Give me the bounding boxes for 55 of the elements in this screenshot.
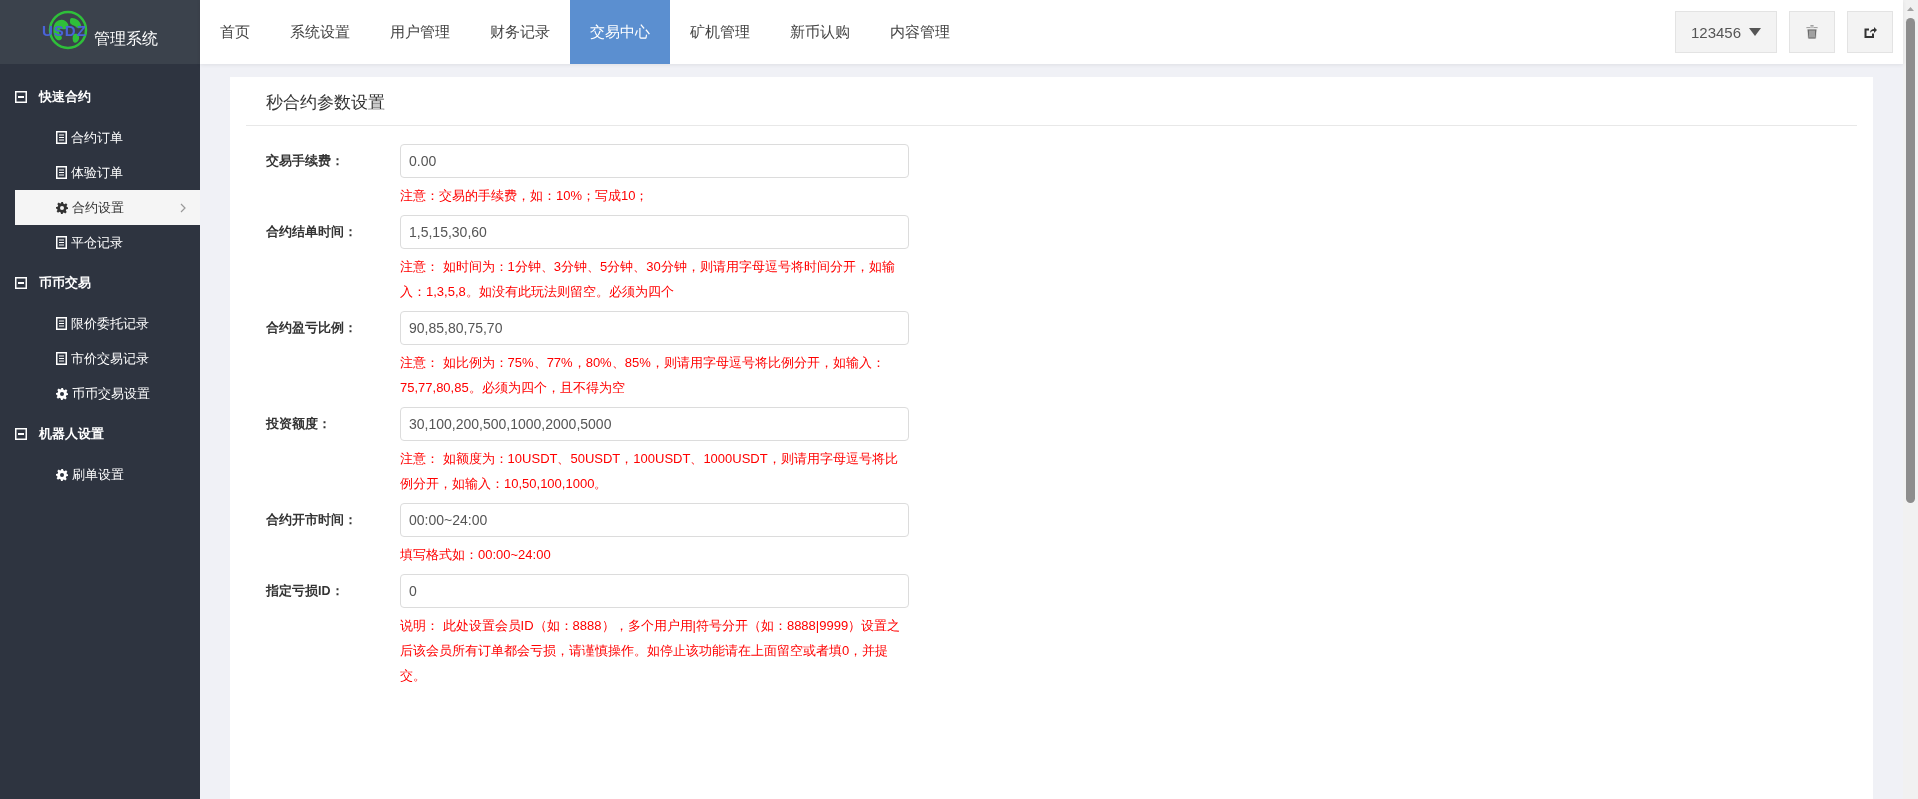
logout-button[interactable] [1847, 11, 1893, 53]
field-note: 注意： 如比例为：75%、77%，80%、85%，则请用字母逗号将比例分开，如输入：75,77,80,85。必须为四个，且不得为空 [400, 354, 886, 397]
minus-box-icon[interactable] [15, 277, 27, 289]
input-field[interactable]: 30,100,200,500,1000,2000,5000 [400, 407, 909, 441]
sidebar-item[interactable]: 合约订单 [15, 120, 200, 155]
nav-tab[interactable]: 财务记录 [470, 0, 570, 64]
input-field[interactable]: 1,5,15,30,60 [400, 215, 909, 249]
app-title: 管理系统 [94, 28, 158, 49]
exit-icon [1863, 25, 1877, 39]
gear-icon [56, 201, 68, 214]
nav-tab[interactable]: 新币认购 [770, 0, 870, 64]
field-label: 指定亏损ID： [264, 582, 345, 600]
sidebar-group-title[interactable]: 币币交易 [39, 274, 91, 292]
nav-tab[interactable]: 用户管理 [370, 0, 470, 64]
sidebar-item[interactable]: 币币交易设置 [15, 376, 200, 411]
field-note: 填写格式如：00:00~24:00 [400, 546, 552, 564]
input-field[interactable]: 0 [400, 574, 909, 608]
user-menu[interactable]: 123456 [1675, 11, 1777, 53]
list-icon [56, 317, 67, 330]
gear-icon [56, 468, 68, 481]
sidebar-group-title[interactable]: 快速合约 [39, 88, 91, 106]
caret-icon [1749, 28, 1762, 36]
sidebar-group-title[interactable]: 机器人设置 [39, 425, 104, 443]
field-note: 注意： 如时间为：1分钟、3分钟、5分钟、30分钟，则请用字母逗号将时间分开，如输入：1,3,5,8。如没有此玩法则留空。必须为四个 [400, 258, 896, 301]
card-title: 秒合约参数设置 [246, 77, 1857, 126]
field-note: 说明： 此处设置会员ID（如：8888），多个用户用|符号分开（如：8888|9999）设置之后该会员所有订单都会亏损，请谨慎操作。如停止该功能请在上面留空或者填0，并提交。 [400, 617, 902, 685]
nav-tab[interactable]: 系统设置 [270, 0, 370, 64]
field-label: 合约盈亏比例： [265, 319, 358, 337]
nav-tab[interactable]: 首页 [200, 0, 270, 64]
input-field[interactable]: 0.00 [400, 144, 909, 178]
list-icon [56, 131, 67, 144]
sidebar-item[interactable]: 刷单设置 [15, 457, 200, 492]
nav-tab[interactable]: 矿机管理 [670, 0, 770, 64]
gear-icon [56, 387, 68, 400]
sidebar-item[interactable]: 限价委托记录 [15, 306, 200, 341]
sidebar-item[interactable]: 体验订单 [15, 155, 200, 190]
minus-box-icon[interactable] [15, 91, 27, 103]
field-label: 投资额度： [264, 415, 332, 433]
chevron-icon [180, 202, 186, 213]
input-field[interactable]: 90,85,80,75,70 [400, 311, 909, 345]
field-note: 注意： 如额度为：10USDT、50USDT，100USDT、1000USDT，则请用字母逗号将比例分开，如输入：10,50,100,1000。 [400, 450, 899, 493]
field-label: 合约开市时间： [265, 511, 358, 529]
field-label: 交易手续费： [265, 152, 345, 170]
sidebar-item[interactable]: 平仓记录 [15, 225, 200, 260]
sidebar-item[interactable]: 合约设置 [15, 190, 200, 225]
trash-icon [1806, 25, 1818, 39]
field-note: 注意：交易的手续费，如：10%；写成10； [400, 187, 650, 205]
input-field[interactable]: 00:00~24:00 [400, 503, 909, 537]
list-icon [56, 352, 67, 365]
nav-tab[interactable]: 内容管理 [870, 0, 970, 64]
list-icon [56, 166, 67, 179]
minus-box-icon[interactable] [15, 428, 27, 440]
list-icon [56, 236, 67, 249]
sidebar-item[interactable]: 市价交易记录 [15, 341, 200, 376]
field-label: 合约结单时间： [265, 223, 358, 241]
